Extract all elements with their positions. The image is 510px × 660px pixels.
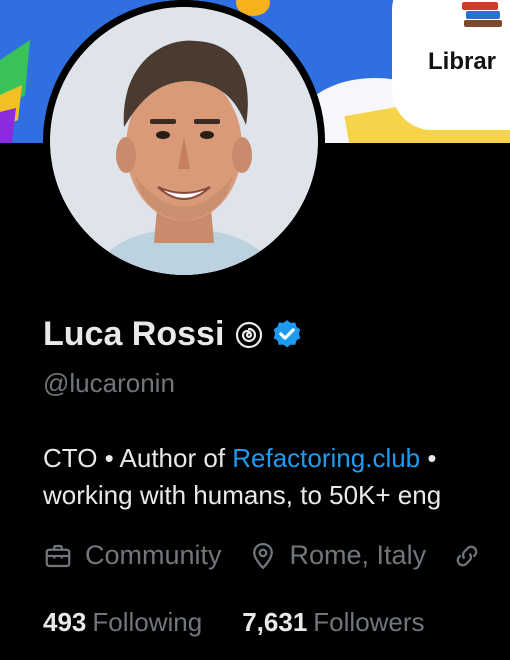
following-count: 493	[43, 607, 87, 637]
avatar[interactable]	[43, 0, 325, 282]
profile-handle: @lucaronin	[43, 368, 175, 398]
location-pin-icon	[252, 542, 273, 569]
profile-location: Rome, Italy	[248, 540, 427, 571]
spiral-icon	[236, 321, 263, 348]
bio-text: CTO • Author of	[43, 443, 233, 473]
verified-badge-icon[interactable]	[270, 318, 304, 352]
banner-card-label: Librar	[428, 48, 497, 75]
location-label: Rome, Italy	[289, 540, 427, 570]
avatar-portrait	[50, 7, 318, 275]
profile-more-meta	[452, 541, 494, 571]
profile-category: Community	[43, 540, 222, 571]
followers-label: Followers	[313, 607, 425, 637]
profile-name-row: Luca Rossi	[43, 315, 304, 354]
bio-line-1: CTO • Author of Refactoring.club •	[43, 440, 441, 477]
avatar-photo	[50, 7, 318, 275]
bio-link[interactable]: Refactoring.club	[232, 443, 420, 473]
profile-meta: Community Rome, Italy	[43, 540, 510, 571]
link-icon	[456, 545, 478, 566]
following-label: Following	[92, 607, 203, 637]
books-icon	[462, 2, 502, 27]
followers-count: 7,631	[242, 607, 308, 637]
followers-link[interactable]: 7,631 Followers	[242, 607, 424, 638]
category-label: Community	[85, 540, 222, 570]
profile-bio: CTO • Author of Refactoring.club • worki…	[43, 440, 441, 514]
profile-stats: 493 Following 7,631 Followers	[43, 607, 465, 638]
briefcase-icon	[45, 544, 71, 567]
following-link[interactable]: 493 Following	[43, 607, 202, 638]
profile-name: Luca Rossi	[43, 315, 225, 353]
bio-line-2: working with humans, to 50K+ eng	[43, 480, 442, 510]
bio-text: •	[420, 443, 437, 473]
